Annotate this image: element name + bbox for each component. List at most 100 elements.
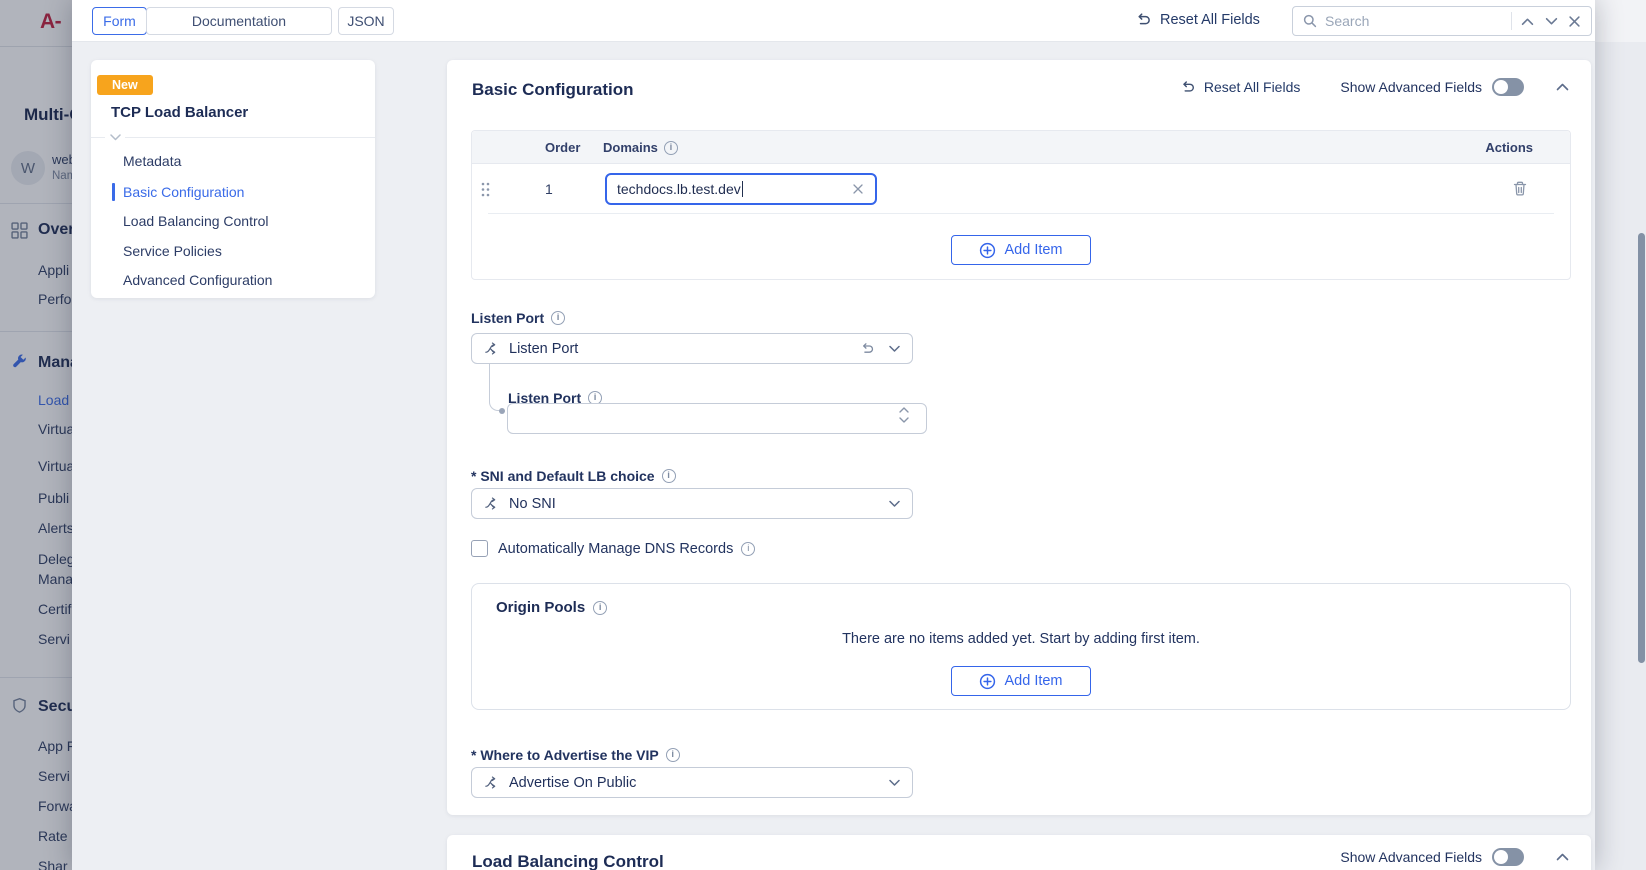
reset-all-fields-button[interactable]: Reset All Fields — [1135, 11, 1260, 28]
wizard-nav-metadata[interactable]: Metadata — [123, 151, 181, 171]
chevron-down-icon — [889, 345, 900, 353]
config-modal: Form Documentation JSON Reset All Fields — [72, 0, 1595, 870]
plus-circle-icon — [979, 673, 996, 690]
choice-icon — [484, 496, 499, 511]
show-advanced-fields-label: Show Advanced Fields — [1340, 849, 1482, 865]
column-actions: Actions — [1485, 140, 1533, 155]
modal-topbar: Form Documentation JSON Reset All Fields — [72, 0, 1595, 42]
load-balancing-control-section: Load Balancing Control Show Advanced Fie… — [447, 835, 1591, 870]
column-domains: Domains i — [603, 140, 678, 155]
add-item-label: Add Item — [1004, 242, 1062, 258]
section-reset-all-button[interactable]: Reset All Fields — [1180, 79, 1300, 95]
section-title: Load Balancing Control — [472, 852, 664, 870]
vip-label: * Where to Advertise the VIP i — [471, 747, 680, 763]
wizard-nav-basic-configuration[interactable]: Basic Configuration — [123, 182, 244, 202]
dns-records-label: Automatically Manage DNS Records i — [498, 541, 755, 557]
listen-port-number-input[interactable] — [507, 403, 927, 434]
background-right-gutter — [1595, 0, 1646, 870]
field-reset-icon[interactable] — [860, 341, 875, 356]
info-icon[interactable]: i — [664, 141, 678, 155]
origin-pools-empty-message: There are no items added yet. Start by a… — [472, 631, 1570, 647]
search-close-icon[interactable] — [1567, 14, 1582, 29]
collapse-section-icon[interactable] — [1556, 853, 1569, 861]
info-icon[interactable]: i — [662, 469, 676, 483]
tab-json[interactable]: JSON — [338, 7, 394, 35]
tab-form[interactable]: Form — [92, 7, 147, 35]
sni-select-value: No SNI — [509, 496, 556, 512]
number-stepper — [899, 407, 909, 423]
reset-icon — [1135, 11, 1152, 28]
search-icon — [1302, 13, 1318, 29]
drag-handle-icon[interactable] — [480, 181, 491, 198]
scrollbar-thumb[interactable] — [1638, 233, 1645, 663]
show-advanced-fields-label: Show Advanced Fields — [1340, 79, 1482, 95]
nested-field-connector — [489, 364, 499, 411]
clear-input-icon[interactable] — [851, 182, 865, 196]
dns-records-checkbox[interactable] — [471, 540, 488, 557]
wizard-nav-service-policies[interactable]: Service Policies — [123, 241, 222, 261]
column-order: Order — [545, 140, 580, 155]
connector-dot — [499, 408, 505, 414]
origin-pools-group: Origin Pools i There are no items added … — [471, 583, 1571, 710]
domains-table-header: Order Domains i Actions — [472, 131, 1570, 164]
tab-documentation[interactable]: Documentation — [146, 7, 332, 35]
background-header-right — [1595, 0, 1646, 42]
order-cell: 1 — [545, 181, 553, 197]
section-title: Basic Configuration — [472, 80, 634, 100]
sni-select[interactable]: No SNI — [471, 488, 913, 519]
vip-select-value: Advertise On Public — [509, 775, 636, 791]
active-section-indicator — [112, 183, 115, 201]
add-item-label: Add Item — [1004, 673, 1062, 689]
wizard-nav-load-balancing-control[interactable]: Load Balancing Control — [123, 211, 269, 231]
info-icon[interactable]: i — [741, 542, 755, 556]
domains-table: Order Domains i Actions 1 techdocs.lb.te… — [471, 130, 1571, 280]
delete-row-trash-icon[interactable] — [1512, 180, 1528, 198]
search-box — [1292, 6, 1592, 36]
wizard-nav-advanced-configuration[interactable]: Advanced Configuration — [123, 270, 272, 290]
stepper-up-icon[interactable] — [899, 407, 909, 413]
chevron-down-icon — [889, 500, 900, 508]
basic-configuration-section: Basic Configuration Reset All Fields Sho… — [447, 60, 1591, 815]
wizard-nav-panel: New TCP Load Balancer Metadata Basic Con… — [91, 60, 375, 298]
stepper-down-icon[interactable] — [899, 417, 909, 423]
listen-port-choice-value: Listen Port — [509, 341, 578, 357]
divider — [91, 137, 375, 138]
sni-label: * SNI and Default LB choice i — [471, 468, 676, 484]
app-canvas: A- Multi-C W web Nam Over Appli Perfo Ma… — [0, 0, 1646, 870]
info-icon[interactable]: i — [551, 311, 565, 325]
listen-port-choice-select[interactable]: Listen Port — [471, 333, 913, 364]
search-input[interactable] — [1325, 13, 1504, 29]
choice-icon — [484, 775, 499, 790]
reset-all-fields-label: Reset All Fields — [1160, 12, 1260, 28]
domain-input[interactable]: techdocs.lb.test.dev — [605, 173, 877, 205]
show-advanced-fields-toggle[interactable] — [1492, 848, 1524, 866]
chevron-down-icon — [889, 779, 900, 787]
collapse-section-icon[interactable] — [1556, 83, 1569, 91]
text-cursor — [742, 181, 744, 197]
toggle-knob — [1494, 80, 1508, 94]
info-icon[interactable]: i — [666, 748, 680, 762]
domain-row: 1 techdocs.lb.test.dev — [472, 164, 1570, 214]
plus-circle-icon — [979, 242, 996, 259]
search-prev-button[interactable] — [1519, 15, 1536, 28]
section-reset-all-label: Reset All Fields — [1204, 79, 1300, 95]
wizard-title: TCP Load Balancer — [111, 104, 248, 121]
show-advanced-fields-toggle[interactable] — [1492, 78, 1524, 96]
domain-input-value: techdocs.lb.test.dev — [617, 181, 741, 197]
vip-select[interactable]: Advertise On Public — [471, 767, 913, 798]
listen-port-label: Listen Port i — [471, 310, 565, 326]
chevron-down-icon[interactable] — [105, 132, 125, 143]
choice-icon — [484, 341, 499, 356]
reset-icon — [1180, 79, 1196, 95]
divider — [1511, 12, 1512, 30]
info-icon[interactable]: i — [593, 601, 607, 615]
background-app: A- Multi-C W web Nam Over Appli Perfo Ma… — [0, 0, 72, 870]
toggle-knob — [1494, 850, 1508, 864]
modal-dim-overlay — [0, 0, 72, 870]
search-next-button[interactable] — [1543, 15, 1560, 28]
table-footer: Add Item — [472, 214, 1570, 280]
add-domain-button[interactable]: Add Item — [951, 235, 1091, 265]
new-badge: New — [97, 75, 153, 95]
add-origin-pool-button[interactable]: Add Item — [951, 666, 1091, 696]
origin-pools-title: Origin Pools i — [496, 599, 607, 616]
